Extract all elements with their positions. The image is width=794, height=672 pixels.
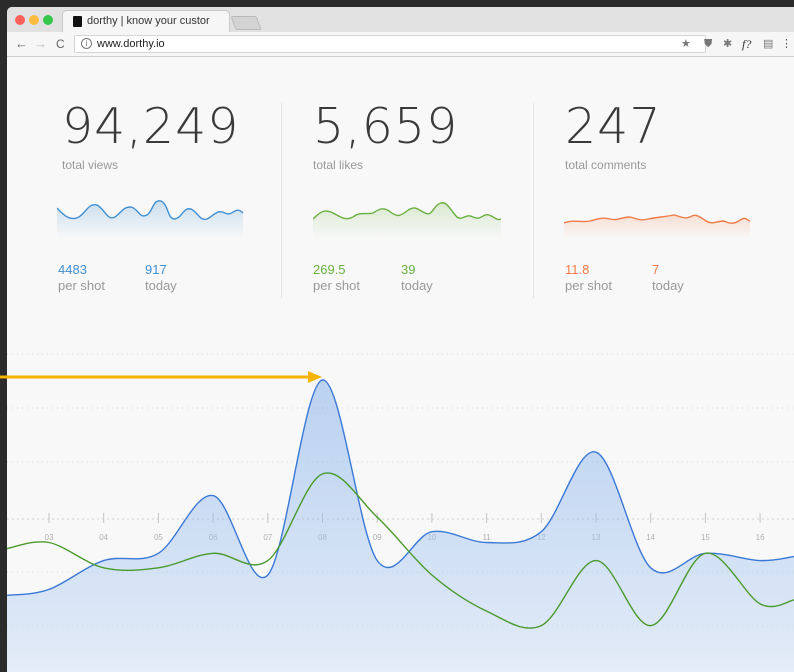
views-area xyxy=(7,379,794,672)
chart-x-axis: 0304050607080910111213141516 xyxy=(45,513,765,542)
x-tick-label: 14 xyxy=(646,533,655,542)
x-tick-label: 11 xyxy=(482,533,491,542)
x-tick-label: 15 xyxy=(701,533,710,542)
x-tick-label: 16 xyxy=(756,533,765,542)
activity-chart: 0304050607080910111213141516 xyxy=(0,353,794,672)
x-tick-label: 09 xyxy=(373,533,382,542)
x-tick-label: 05 xyxy=(154,533,163,542)
x-tick-label: 07 xyxy=(263,533,272,542)
x-tick-label: 03 xyxy=(45,533,54,542)
highlight-arrow xyxy=(0,371,322,383)
x-tick-label: 04 xyxy=(99,533,108,542)
